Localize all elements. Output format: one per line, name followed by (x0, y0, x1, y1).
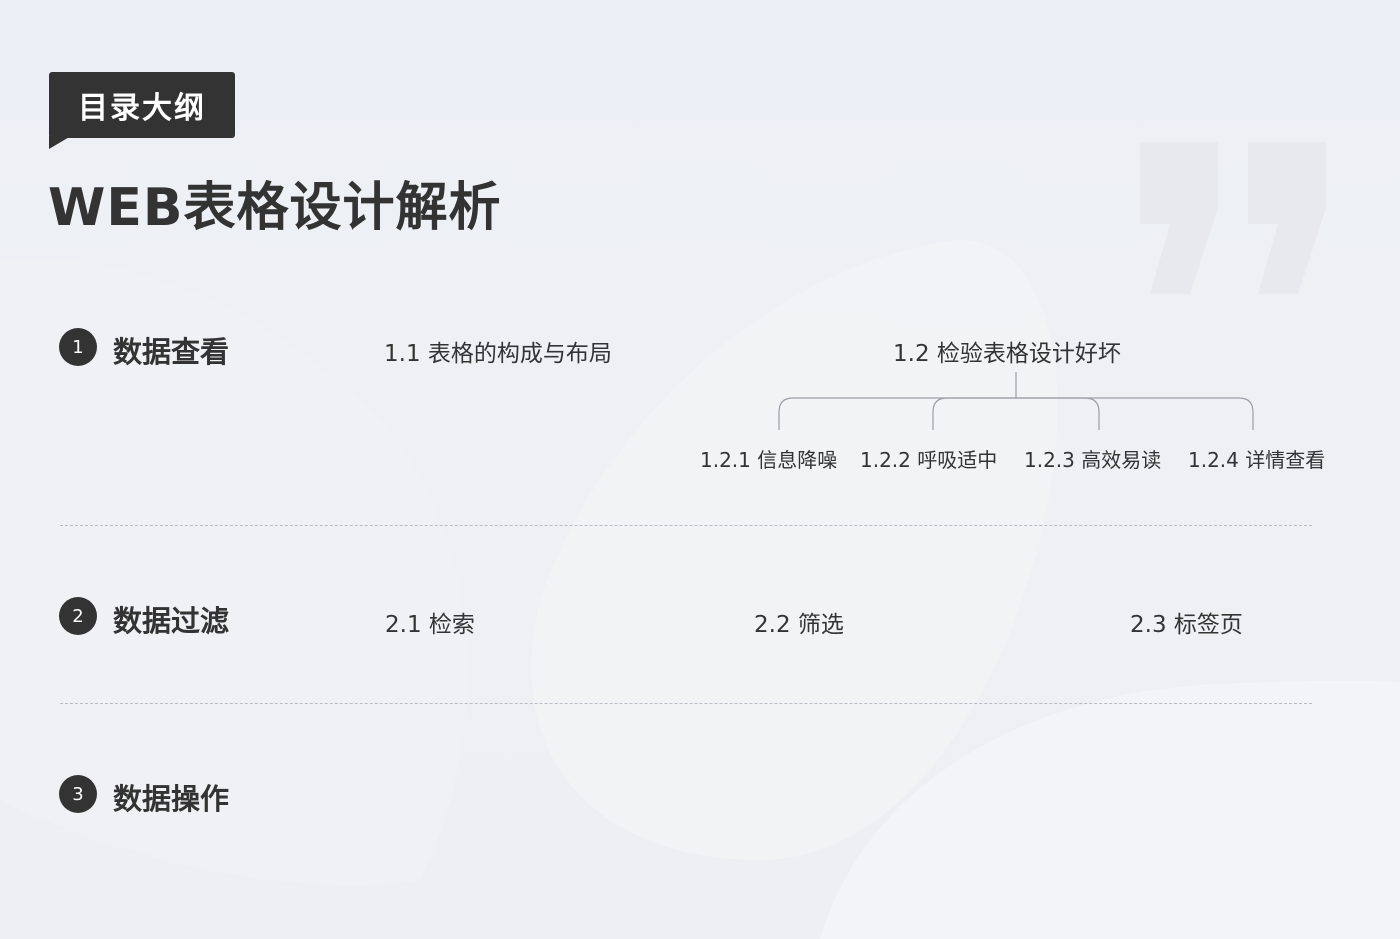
subitem-1-2-2: 1.2.2 呼吸适中 (860, 448, 998, 472)
item-2-1: 2.1 检索 (385, 612, 475, 638)
item-2-3: 2.3 标签页 (1130, 612, 1243, 638)
section-2-number: 2 (59, 597, 97, 635)
subitem-1-2-3: 1.2.3 高效易读 (1024, 448, 1162, 472)
divider-2 (60, 703, 1312, 704)
section-2-name: 数据过滤 (113, 604, 230, 638)
section-3-number: 3 (59, 775, 97, 813)
item-2-2: 2.2 筛选 (754, 612, 844, 638)
subitem-1-2-4: 1.2.4 详情查看 (1188, 448, 1326, 472)
divider-1 (60, 525, 1312, 526)
section-3-name: 数据操作 (113, 782, 230, 816)
subitem-1-2-1: 1.2.1 信息降噪 (700, 448, 838, 472)
